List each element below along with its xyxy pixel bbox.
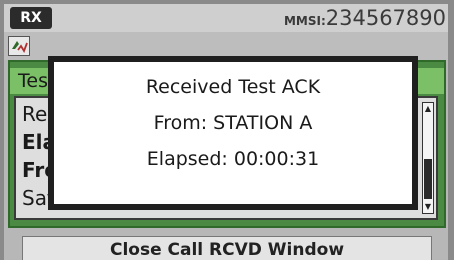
bottom-area: Close Call RCVD Window xyxy=(4,230,448,260)
status-bar: RX MMSI:234567890 xyxy=(4,4,448,32)
popup-from: From: STATION A xyxy=(153,112,313,134)
popup-shadow: Received Test ACK From: STATION A Elapse… xyxy=(48,56,418,210)
popup-title: Received Test ACK xyxy=(145,76,321,98)
content-header-title: Tes xyxy=(18,70,48,92)
mmsi-label: MMSI: xyxy=(283,14,326,28)
call-log-icon[interactable] xyxy=(8,36,30,56)
radio-screen: RX MMSI:234567890 Tes Rec Ela Fro Safety… xyxy=(4,4,448,260)
mmsi-value: 234567890 xyxy=(325,6,446,30)
scroll-thumb[interactable] xyxy=(424,159,432,199)
scroll-up-arrow-icon[interactable]: ▲ xyxy=(423,103,433,115)
rx-badge: RX xyxy=(10,7,52,29)
close-call-rcvd-window-button[interactable]: Close Call RCVD Window xyxy=(22,236,432,260)
popup-elapsed: Elapsed: 00:00:31 xyxy=(146,148,320,170)
ack-popup: Received Test ACK From: STATION A Elapse… xyxy=(52,60,414,206)
scrollbar[interactable]: ▲ ▼ xyxy=(422,102,434,214)
mmsi-readout: MMSI:234567890 xyxy=(284,6,446,30)
scroll-down-arrow-icon[interactable]: ▼ xyxy=(423,201,433,213)
